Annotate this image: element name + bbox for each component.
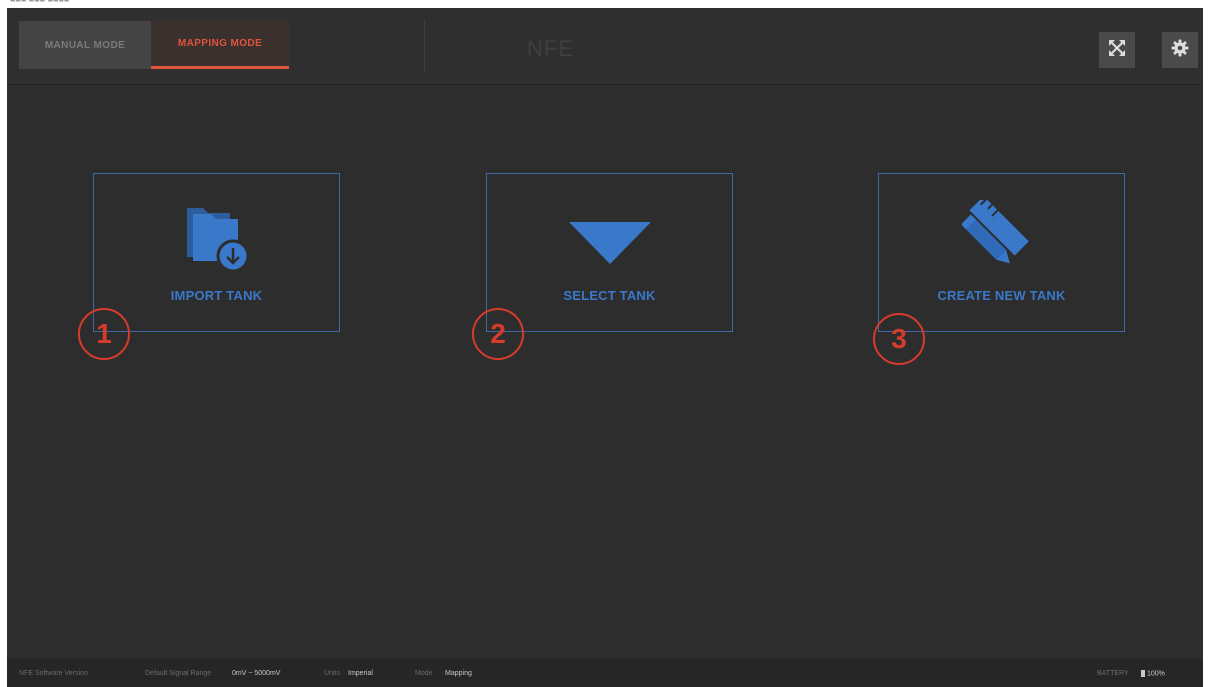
software-version-label: NFE Software Version (19, 670, 88, 677)
signal-range-value: 0mV ~ 5000mV (232, 670, 281, 677)
app-window: MANUAL MODE MAPPING MODE NFE IMPORT TANK… (7, 8, 1203, 687)
tab-mapping-mode[interactable]: MAPPING MODE (151, 21, 289, 69)
create-new-tank-label: CREATE NEW TANK (937, 288, 1066, 303)
step-2-annotation: 2 (472, 308, 524, 360)
import-tank-card[interactable]: IMPORT TANK (93, 173, 340, 332)
expand-arrows-icon (1108, 39, 1126, 62)
mode-label: Mode (415, 670, 433, 677)
select-tank-card[interactable]: SELECT TANK (486, 173, 733, 332)
header-divider (424, 20, 425, 72)
triangle-down-icon (487, 200, 732, 276)
battery-indicator: 100% (1141, 670, 1165, 677)
battery-label: BATTERY (1097, 670, 1129, 677)
clipped-top-text: ■■■ ■■■ ■■■■ (10, 0, 69, 4)
status-bar: NFE Software Version Default Signal Rang… (7, 659, 1203, 687)
import-tank-label: IMPORT TANK (170, 288, 263, 303)
top-crop-strip: ■■■ ■■■ ■■■■ (0, 0, 1215, 8)
folder-download-icon (94, 200, 339, 276)
mode-value: Mapping (445, 670, 472, 677)
battery-value: 100% (1147, 670, 1165, 678)
battery-icon (1141, 670, 1145, 677)
app-title: NFE (527, 36, 574, 61)
create-new-tank-card[interactable]: CREATE NEW TANK (878, 173, 1125, 332)
gear-icon (1171, 39, 1189, 62)
signal-range-label: Default Signal Range (145, 670, 212, 677)
units-label: Units (324, 670, 340, 677)
header-bar: MANUAL MODE MAPPING MODE NFE (7, 8, 1203, 85)
select-tank-label: SELECT TANK (563, 288, 656, 303)
pencil-ruler-icon (879, 200, 1124, 276)
tab-manual-mode[interactable]: MANUAL MODE (19, 21, 151, 69)
units-value: Imperial (348, 670, 373, 677)
step-1-annotation: 1 (78, 308, 130, 360)
settings-button[interactable] (1162, 32, 1198, 68)
step-3-annotation: 3 (873, 313, 925, 365)
expand-button[interactable] (1099, 32, 1135, 68)
